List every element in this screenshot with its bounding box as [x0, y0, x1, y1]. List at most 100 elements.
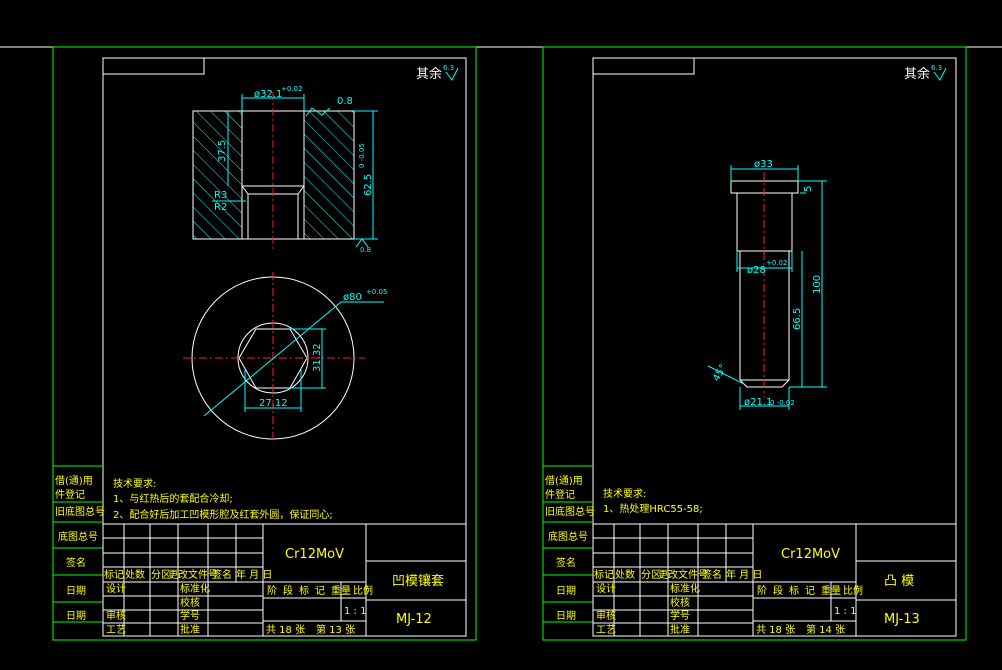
right-tb-count: 处数	[615, 568, 635, 581]
dim-outer-tol: +0.05	[366, 288, 387, 296]
right-tb-std: 标准化	[670, 582, 700, 595]
left-side-label-1: 借(通)用	[55, 475, 93, 487]
left-part-no: MJ-12	[396, 612, 432, 627]
right-tb-drawing: 学号	[670, 609, 690, 622]
left-side-label-5: 签名	[66, 556, 86, 569]
left-sheet: 其余 6.3 ø32.1 +0.02 0.8 37.5 R3 R2 62.5 0…	[52, 46, 477, 641]
right-tech-item-1: 1、热处理HRC55-58;	[603, 502, 703, 515]
dim-tip-dia: ø21.1	[744, 397, 772, 408]
dim-hex-width: 27.12	[259, 398, 288, 409]
left-tb-date: 年 月 日	[236, 568, 272, 581]
right-side-label-3: 旧底图总号	[545, 505, 595, 518]
dim-head-thk: 5	[803, 186, 814, 192]
dim-outer-dia: ø80	[343, 292, 362, 303]
left-sheet-total: 共 18 张	[266, 624, 305, 636]
right-side-label-1: 借(通)用	[545, 475, 583, 487]
left-plan-view: ø80 +0.05 31.32 27.12	[183, 272, 387, 442]
left-tb-design: 设计	[106, 582, 126, 595]
right-side-label-4: 底图总号	[548, 530, 588, 543]
right-tb-approve: 批准	[670, 623, 690, 636]
left-roughness-value: 6.3	[443, 64, 454, 72]
right-sheet-total: 共 18 张	[756, 624, 795, 636]
left-side-labels: 借(通)用 件登记 旧底图总号 底图总号 签名 日期 日期	[53, 465, 105, 623]
dim-bottom-rough: 0.8	[360, 246, 371, 254]
dim-bore-dia: ø32.1	[254, 89, 282, 100]
left-side-label-7: 日期	[66, 610, 86, 622]
left-hatch-region	[192, 110, 243, 240]
right-scale: 1 : 1	[834, 606, 856, 617]
left-side-label-3: 旧底图总号	[55, 505, 105, 518]
right-tb-design: 设计	[596, 582, 616, 595]
dim-tip-tol: 0 -0.02	[770, 399, 795, 407]
left-tb-sign: 签名	[212, 568, 232, 581]
right-hatch-region	[303, 110, 355, 240]
dim-chamfer: 45°	[711, 363, 729, 384]
left-sheet-no: 第 13 张	[316, 623, 355, 636]
right-roughness-note: 其余	[904, 66, 930, 82]
right-tb-sign: 签名	[702, 568, 722, 581]
left-side-label-4: 底图总号	[58, 530, 98, 543]
left-tech-item-1: 1、与红热后的套配合冷却;	[113, 492, 233, 505]
left-tb-change: 更改文件号	[168, 568, 218, 581]
right-tb-date: 年 月 日	[726, 568, 762, 581]
left-tb-mark: 标记	[104, 569, 124, 581]
dim-r3: R3	[214, 190, 227, 201]
right-side-label-2: 件登记	[545, 488, 575, 501]
step-left	[241, 185, 249, 195]
dim-r2: R2	[214, 202, 227, 213]
dim-height: 62.5	[363, 174, 374, 196]
left-tech-title: 技术要求:	[113, 477, 156, 490]
dim-height-tol: 0 -0.05	[358, 143, 366, 168]
left-tb-verify: 校核	[180, 596, 200, 609]
left-tech-item-2: 2、配合好后加工凹模形腔及红套外圆，保证同心;	[113, 508, 333, 521]
dim-bore-tol: +0.02	[281, 85, 302, 93]
left-title-block: 标记 处数 分区 更改文件号 签名 年 月 日 设计 标准化 校核 审核 学号 …	[102, 523, 467, 637]
left-tb-drawing: 学号	[180, 609, 200, 622]
left-tb-approve: 批准	[180, 623, 200, 636]
right-tb-verify: 校核	[670, 596, 690, 609]
right-tb-review: 审核	[596, 609, 616, 622]
right-corner-box	[593, 58, 695, 75]
left-corner-box	[103, 58, 205, 75]
right-side-label-5: 签名	[556, 556, 576, 569]
right-outer-frame	[542, 46, 967, 641]
dim-shank-dia: ø28	[747, 265, 766, 276]
left-tb-count: 处数	[125, 568, 145, 581]
left-tb-std: 标准化	[180, 582, 210, 595]
right-side-labels: 借(通)用 件登记 旧底图总号 底图总号 签名 日期 日期	[543, 465, 595, 623]
left-roughness-note: 其余	[416, 66, 442, 82]
left-scale: 1 : 1	[344, 606, 366, 617]
left-stage-cols: 阶段标记重量 比例	[267, 584, 373, 597]
right-part-no: MJ-13	[884, 612, 920, 627]
left-side-label-2: 件登记	[55, 488, 85, 501]
right-roughness-value: 6.3	[931, 64, 942, 72]
dim-depth: 37.5	[217, 140, 228, 162]
left-tb-review: 审核	[106, 609, 126, 622]
right-part-name: 凸 模	[884, 574, 914, 589]
dim-hex-height: 31.32	[312, 343, 323, 372]
right-side-label-6: 日期	[556, 585, 576, 597]
dim-chamfer-top: 0.8	[337, 96, 353, 107]
punch-profile-view: ø33 5 100 ø28 +0.02 66.5 45° ø21.1 0 -0.…	[707, 159, 827, 410]
cad-drawing-canvas: 其余 6.3 ø32.1 +0.02 0.8 37.5 R3 R2 62.5 0…	[0, 46, 1002, 641]
right-tb-process: 工艺	[596, 624, 616, 636]
dim-lower-len: 66.5	[792, 308, 803, 330]
dim-total-len: 100	[812, 275, 823, 294]
left-side-label-6: 日期	[66, 585, 86, 597]
right-tech-title: 技术要求:	[603, 487, 646, 500]
left-outer-frame	[52, 46, 477, 641]
right-material: Cr12MoV	[781, 547, 840, 562]
left-material: Cr12MoV	[285, 547, 344, 562]
right-sheet-no: 第 14 张	[806, 623, 845, 636]
right-tb-mark: 标记	[594, 569, 614, 581]
right-inner-frame	[592, 57, 957, 637]
step-right	[297, 185, 305, 195]
right-title-block: 标记 处数 分区 更改文件号 签名 年 月 日 设计 标准化 校核 审核 学号 …	[592, 523, 957, 637]
left-part-name: 凹模镶套	[392, 573, 444, 589]
right-side-label-7: 日期	[556, 610, 576, 622]
right-tb-change: 更改文件号	[658, 568, 708, 581]
right-stage-cols: 阶段标记重量 比例	[757, 584, 863, 597]
dim-head-dia: ø33	[754, 159, 773, 170]
dim-shank-tol: +0.02	[766, 259, 787, 267]
left-tb-process: 工艺	[106, 624, 126, 636]
